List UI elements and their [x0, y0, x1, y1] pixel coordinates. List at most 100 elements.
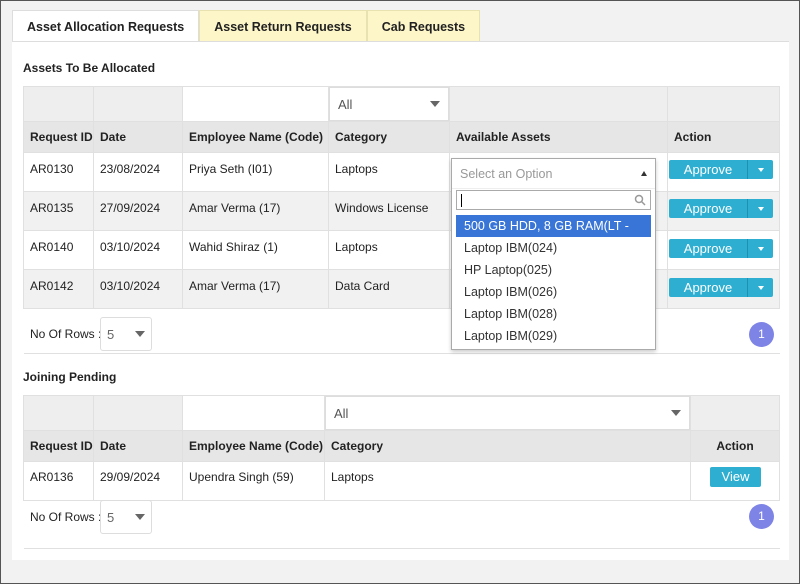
column-header[interactable]: Request ID — [23, 121, 94, 153]
cell-date: 03/10/2024 — [93, 230, 183, 270]
filter-row: All — [23, 395, 780, 431]
category-filter-value: All — [338, 96, 353, 112]
filter-cell-empty — [23, 395, 94, 431]
employee-filter-input[interactable] — [182, 86, 329, 122]
rows-per-page-value: 5 — [107, 326, 115, 342]
cell-category: Laptops — [324, 461, 691, 501]
table-row: AR0135 27/09/2024 Amar Verma (17) Window… — [23, 191, 780, 231]
table-row: AR0142 03/10/2024 Amar Verma (17) Data C… — [23, 269, 780, 309]
cell-date: 23/08/2024 — [93, 152, 183, 192]
table-row: AR0130 23/08/2024 Priya Seth (I01) Lapto… — [23, 152, 780, 192]
rows-per-page-label: No Of Rows : — [30, 510, 102, 524]
approve-dropdown-toggle[interactable] — [747, 239, 773, 258]
column-header[interactable]: Employee Name (Code) — [182, 430, 325, 462]
tab-asset-allocation-requests[interactable]: Asset Allocation Requests — [12, 10, 200, 42]
cell-request-id: AR0142 — [23, 269, 94, 309]
dropdown-header[interactable]: Select an Option — [452, 159, 655, 189]
cell-category: Data Card — [328, 269, 450, 309]
chevron-up-icon — [641, 171, 647, 176]
filter-cell-empty — [93, 395, 183, 431]
view-button[interactable]: View — [710, 467, 761, 487]
approve-split-button: Approve — [669, 239, 773, 258]
dropdown-search-input[interactable] — [456, 190, 651, 210]
cell-date: 03/10/2024 — [93, 269, 183, 309]
chevron-down-icon — [757, 285, 764, 290]
dropdown-option[interactable]: Laptop IBM(026) — [456, 281, 651, 303]
category-filter-select[interactable]: All — [329, 87, 449, 121]
filter-cell-empty — [667, 86, 780, 122]
chevron-down-icon — [757, 206, 764, 211]
cell-request-id: AR0135 — [23, 191, 94, 231]
approve-dropdown-toggle[interactable] — [747, 278, 773, 297]
column-header[interactable]: Date — [93, 121, 183, 153]
chevron-down-icon — [757, 246, 764, 251]
dropdown-option[interactable]: 500 GB HDD, 8 GB RAM(LT - 004) — [456, 215, 651, 255]
cell-employee: Priya Seth (I01) — [182, 152, 329, 192]
column-header[interactable]: Available Assets — [449, 121, 668, 153]
cell-employee: Upendra Singh (59) — [182, 461, 325, 501]
cell-date: 27/09/2024 — [93, 191, 183, 231]
tab-cab-requests[interactable]: Cab Requests — [366, 10, 481, 42]
search-icon — [634, 194, 646, 206]
approve-button[interactable]: Approve — [669, 160, 747, 179]
category-filter-select[interactable]: All — [325, 396, 690, 430]
cell-category: Windows License — [328, 191, 450, 231]
tab-asset-return-requests[interactable]: Asset Return Requests — [199, 10, 367, 42]
rows-per-page-label: No Of Rows : — [30, 327, 102, 341]
table-row: AR0140 03/10/2024 Wahid Shiraz (1) Lapto… — [23, 230, 780, 270]
filter-cell-empty — [93, 86, 183, 122]
chevron-down-icon — [757, 167, 764, 172]
section-title-joining-pending: Joining Pending — [23, 370, 117, 384]
chevron-down-icon — [671, 410, 681, 416]
header-row: Request ID Date Employee Name (Code) Cat… — [23, 121, 780, 153]
cell-request-id: AR0130 — [23, 152, 94, 192]
cell-employee: Amar Verma (17) — [182, 191, 329, 231]
approve-split-button: Approve — [669, 278, 773, 297]
cell-category: Laptops — [328, 152, 450, 192]
dropdown-option[interactable]: Laptop IBM(028) — [456, 303, 651, 325]
approve-split-button: Approve — [669, 160, 773, 179]
page-number-button[interactable]: 1 — [749, 504, 774, 529]
dropdown-option[interactable]: Laptop IBM(029) — [456, 325, 651, 347]
approve-split-button: Approve — [669, 199, 773, 218]
filter-row: All — [23, 86, 780, 122]
cell-employee: Amar Verma (17) — [182, 269, 329, 309]
cell-category: Laptops — [328, 230, 450, 270]
tab-bar: Asset Allocation Requests Asset Return R… — [12, 10, 481, 42]
filter-cell-empty — [449, 86, 668, 122]
column-header[interactable]: Employee Name (Code) — [182, 121, 329, 153]
filter-cell-empty — [690, 395, 780, 431]
available-assets-dropdown: Select an Option 500 GB HDD, 8 GB RAM(LT… — [451, 158, 656, 350]
employee-filter-input[interactable] — [182, 395, 325, 431]
header-row: Request ID Date Employee Name (Code) Cat… — [23, 430, 780, 462]
cell-date: 29/09/2024 — [93, 461, 183, 501]
rows-per-page-value: 5 — [107, 509, 115, 525]
page-number-button[interactable]: 1 — [749, 322, 774, 347]
dropdown-placeholder: Select an Option — [460, 166, 553, 181]
approve-dropdown-toggle[interactable] — [747, 199, 773, 218]
column-header[interactable]: Action — [690, 430, 780, 462]
rows-per-page-select[interactable]: 5 — [100, 317, 152, 351]
approve-button[interactable]: Approve — [669, 278, 747, 297]
section-title-assets-to-be-allocated: Assets To Be Allocated — [23, 61, 156, 75]
chevron-down-icon — [135, 514, 145, 520]
approve-dropdown-toggle[interactable] — [747, 160, 773, 179]
cell-employee: Wahid Shiraz (1) — [182, 230, 329, 270]
column-header[interactable]: Category — [324, 430, 691, 462]
category-filter-cell: All — [328, 86, 450, 122]
column-header[interactable]: Request ID — [23, 430, 94, 462]
category-filter-value: All — [334, 405, 349, 421]
rows-per-page-select[interactable]: 5 — [100, 500, 152, 534]
text-cursor — [461, 193, 462, 207]
column-header[interactable]: Category — [328, 121, 450, 153]
category-filter-cell: All — [324, 395, 691, 431]
cell-request-id: AR0136 — [23, 461, 94, 501]
dropdown-option[interactable]: Laptop IBM(024) — [456, 237, 651, 259]
column-header[interactable]: Date — [93, 430, 183, 462]
approve-button[interactable]: Approve — [669, 199, 747, 218]
chevron-down-icon — [430, 101, 440, 107]
column-header[interactable]: Action — [667, 121, 780, 153]
approve-button[interactable]: Approve — [669, 239, 747, 258]
dropdown-option[interactable]: HP Laptop(025) — [456, 259, 651, 281]
table-row: AR0136 29/09/2024 Upendra Singh (59) Lap… — [23, 461, 780, 501]
